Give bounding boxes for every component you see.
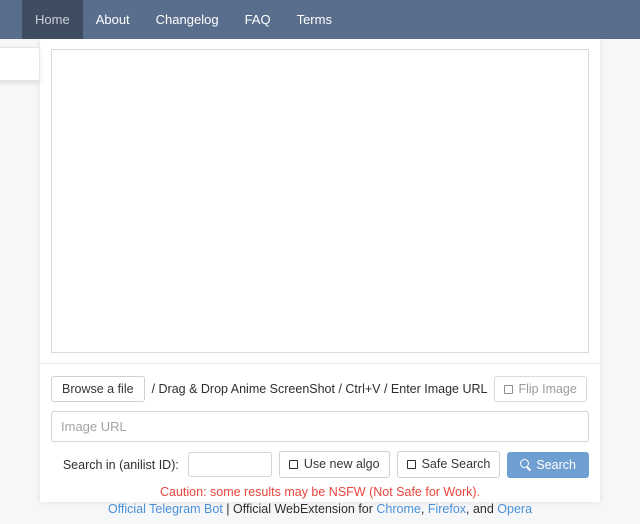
url-input-row <box>51 411 589 443</box>
nav-item-faq[interactable]: FAQ <box>232 0 284 39</box>
top-navbar: Home About Changelog FAQ Terms <box>0 0 640 39</box>
footer-comma-1: , <box>420 501 428 516</box>
checkbox-unchecked-icon <box>288 460 298 470</box>
telegram-bot-link[interactable]: Official Telegram Bot <box>108 502 223 516</box>
opera-link[interactable]: Opera <box>497 502 532 516</box>
search-button[interactable]: Search <box>507 451 589 478</box>
file-input-row: Browse a file / Drag & Drop Anime Screen… <box>51 376 589 403</box>
search-options-row: Search in (anilist ID): Use new algo Saf… <box>51 451 589 478</box>
footer-separator: | <box>222 501 234 516</box>
nav-item-changelog[interactable]: Changelog <box>143 0 232 39</box>
nav-item-terms[interactable]: Terms <box>284 0 345 39</box>
main-content-card: Browse a file / Drag & Drop Anime Screen… <box>40 39 600 516</box>
nsfw-caution-text: Caution: some results may be NSFW (Not S… <box>159 484 480 499</box>
webextension-text: Official WebExtension for <box>233 501 377 516</box>
nav-item-about-label: About <box>95 12 130 27</box>
browse-file-button[interactable]: Browse a file <box>51 376 145 403</box>
anilist-id-input[interactable] <box>187 452 272 478</box>
magnifier-icon <box>520 459 531 470</box>
flip-image-label: Flip Image <box>518 382 577 396</box>
nav-item-home-label: Home <box>35 12 70 27</box>
drag-drop-hint: / Drag & Drop Anime ScreenShot / Ctrl+V … <box>151 382 488 397</box>
safe-search-label: Safe Search <box>421 457 491 472</box>
safe-search-button[interactable]: Safe Search <box>396 451 501 478</box>
checkbox-unchecked-icon <box>406 460 416 470</box>
side-panel-card <box>0 47 40 81</box>
nav-item-terms-label: Terms <box>296 12 332 27</box>
use-new-algo-label: Use new algo <box>303 457 380 472</box>
nav-item-home[interactable]: Home <box>22 0 83 39</box>
nav-list: Home About Changelog FAQ Terms <box>0 0 640 39</box>
anilist-id-label: Search in (anilist ID): <box>62 457 179 472</box>
footer-comma-2: , and <box>466 501 498 516</box>
firefox-link[interactable]: Firefox <box>428 502 466 516</box>
search-button-label: Search <box>536 457 576 472</box>
search-form: Browse a file / Drag & Drop Anime Screen… <box>40 363 600 524</box>
nav-item-changelog-label: Changelog <box>155 12 219 27</box>
use-new-algo-button[interactable]: Use new algo <box>278 451 390 478</box>
nav-item-faq-label: FAQ <box>244 12 271 27</box>
nav-item-about[interactable]: About <box>83 0 143 39</box>
chrome-link[interactable]: Chrome <box>376 502 420 516</box>
image-preview-box[interactable] <box>51 49 589 353</box>
footer-links: Official Telegram Bot | Official WebExte… <box>51 502 589 516</box>
checkbox-unchecked-icon <box>504 384 514 394</box>
flip-image-button[interactable]: Flip Image <box>494 376 587 403</box>
image-url-input[interactable] <box>51 411 589 443</box>
preview-area <box>40 39 600 353</box>
